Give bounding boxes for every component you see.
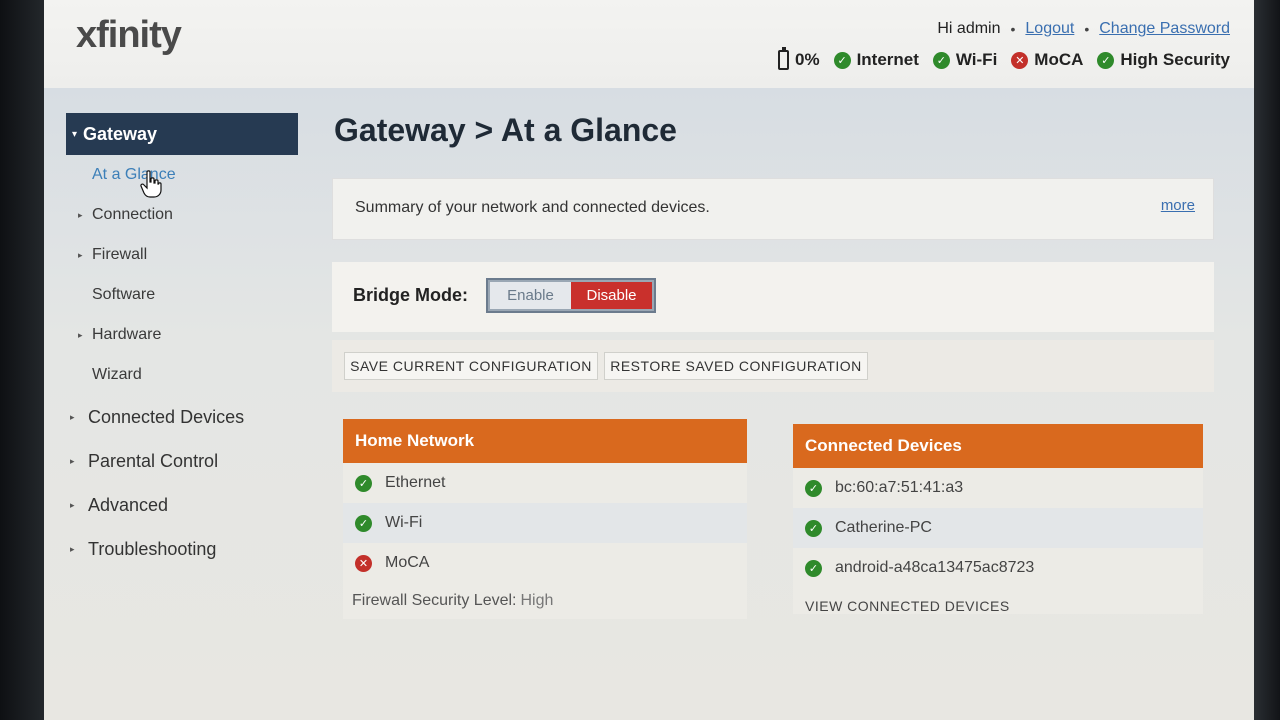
caret-right-icon: ▸ <box>70 411 75 422</box>
account-bar: Hi admin • Logout • Change Password <box>937 20 1230 38</box>
check-icon: ✓ <box>1097 51 1115 69</box>
sidebar-item-label: Hardware <box>92 326 162 343</box>
page-title: Gateway > At a Glance <box>334 112 677 148</box>
config-actions: SAVE CURRENT CONFIGURATION RESTORE SAVED… <box>332 340 1214 392</box>
error-icon: ✕ <box>1011 51 1029 69</box>
check-icon: ✓ <box>355 514 372 532</box>
sidebar-item-label: Firewall <box>92 246 148 263</box>
sidebar-item-parental-control[interactable]: ▸ Parental Control <box>66 439 298 483</box>
greeting: Hi admin <box>937 20 1001 37</box>
caret-right-icon: ▸ <box>78 329 83 340</box>
monitor-bezel-right <box>1254 0 1280 720</box>
check-icon: ✓ <box>805 559 822 577</box>
wifi-label: Wi-Fi <box>385 514 423 531</box>
moca-label: MoCA <box>1034 50 1084 69</box>
hand-cursor-icon <box>140 170 162 198</box>
xfinity-logo: xfinity <box>76 14 182 56</box>
sidebar-item-hardware[interactable]: ▸ Hardware <box>66 315 298 355</box>
device-name: bc:60:a7:51:41:a3 <box>835 479 964 496</box>
check-icon: ✓ <box>833 51 851 69</box>
firewall-level-value: High <box>520 592 554 609</box>
caret-right-icon: ▸ <box>70 499 75 510</box>
sidebar-item-label: Software <box>92 286 156 303</box>
connected-devices-header: Connected Devices <box>793 424 1203 468</box>
header: xfinity Hi admin • Logout • Change Passw… <box>44 0 1254 88</box>
sidebar-item-label: At a Glance <box>92 166 176 183</box>
bridge-disable-button[interactable]: Disable <box>571 282 652 309</box>
sidebar-item-at-a-glance[interactable]: At a Glance <box>66 155 298 195</box>
moca-label: MoCA <box>385 554 430 571</box>
home-network-body: ✓ Ethernet ✓ Wi-Fi ✕ MoCA Firewall Secur… <box>343 463 747 619</box>
battery-status: 0% <box>777 47 820 70</box>
device-row[interactable]: ✓ Catherine-PC <box>793 508 1203 548</box>
sidebar-item-label: Connection <box>92 206 173 223</box>
separator-dot: • <box>1010 21 1016 37</box>
sidebar-item-label: Wizard <box>92 366 142 383</box>
summary-text: Summary of your network and connected de… <box>355 199 710 216</box>
check-icon: ✓ <box>355 474 372 492</box>
restore-configuration-button[interactable]: RESTORE SAVED CONFIGURATION <box>604 352 868 380</box>
battery-icon <box>777 47 789 70</box>
browser-screen: xfinity Hi admin • Logout • Change Passw… <box>44 0 1254 720</box>
list-item: ✕ MoCA <box>343 543 747 583</box>
error-icon: ✕ <box>355 554 372 572</box>
firewall-level: Firewall Security Level: High <box>343 583 747 619</box>
check-icon: ✓ <box>805 479 822 497</box>
internet-label: Internet <box>856 50 919 69</box>
sidebar-item-label: Advanced <box>88 494 169 515</box>
list-item: ✓ Ethernet <box>343 463 747 503</box>
firewall-level-label: Firewall Security Level: <box>352 592 517 609</box>
sidebar-item-label: Connected Devices <box>88 406 245 427</box>
sidebar-item-label: Gateway <box>83 123 158 144</box>
caret-right-icon: ▸ <box>70 455 75 466</box>
sidebar-item-label: Parental Control <box>88 450 219 471</box>
sidebar-item-software[interactable]: Software <box>66 275 298 315</box>
bridge-enable-button[interactable]: Enable <box>490 282 571 309</box>
sidebar-item-connection[interactable]: ▸ Connection <box>66 195 298 235</box>
device-row[interactable]: ✓ bc:60:a7:51:41:a3 <box>793 468 1203 508</box>
battery-value: 0% <box>794 50 820 69</box>
status-bar: 0% ✓ Internet ✓ Wi-Fi ✕ MoCA ✓ High Secu… <box>777 47 1230 70</box>
check-icon: ✓ <box>805 519 822 537</box>
home-network-panel: Home Network ✓ Ethernet ✓ Wi-Fi ✕ MoCA F… <box>343 419 747 619</box>
view-connected-devices-link[interactable]: VIEW CONNECTED DEVICES <box>805 598 1203 614</box>
save-configuration-button[interactable]: SAVE CURRENT CONFIGURATION <box>344 352 598 380</box>
connected-devices-panel: Connected Devices ✓ bc:60:a7:51:41:a3 ✓ … <box>793 424 1203 614</box>
sidebar-item-advanced[interactable]: ▸ Advanced <box>66 483 298 527</box>
sidebar-item-wizard[interactable]: Wizard <box>66 355 298 395</box>
internet-status: ✓ Internet <box>833 50 919 70</box>
device-name: android-a48ca13475ac8723 <box>835 559 1035 576</box>
sidebar-item-gateway[interactable]: ▾ Gateway <box>66 113 298 155</box>
device-name: Catherine-PC <box>835 519 932 536</box>
sidebar-item-connected-devices[interactable]: ▸ Connected Devices <box>66 395 298 439</box>
ethernet-label: Ethernet <box>385 474 446 491</box>
caret-down-icon: ▾ <box>72 128 78 140</box>
sidebar-item-firewall[interactable]: ▸ Firewall <box>66 235 298 275</box>
list-item: ✓ Wi-Fi <box>343 503 747 543</box>
separator-dot: • <box>1084 21 1090 37</box>
caret-right-icon: ▸ <box>78 209 83 220</box>
bridge-mode-toggle: Enable Disable <box>486 278 656 313</box>
logout-link[interactable]: Logout <box>1025 20 1074 38</box>
caret-right-icon: ▸ <box>70 543 75 554</box>
check-icon: ✓ <box>932 51 950 69</box>
bridge-mode-label: Bridge Mode: <box>353 285 468 305</box>
bridge-mode-panel: Bridge Mode: Enable Disable <box>332 262 1214 332</box>
home-network-header: Home Network <box>343 419 747 463</box>
wifi-label: Wi-Fi <box>955 50 998 69</box>
sidebar-item-troubleshooting[interactable]: ▸ Troubleshooting <box>66 527 298 571</box>
security-label: High Security <box>1120 50 1230 69</box>
caret-right-icon: ▸ <box>78 249 83 260</box>
monitor-bezel-left <box>0 0 44 720</box>
wifi-status: ✓ Wi-Fi <box>932 50 998 70</box>
sidebar-nav: ▾ Gateway At a Glance ▸ Connection ▸ Fir… <box>66 113 298 571</box>
change-password-link[interactable]: Change Password <box>1099 20 1230 38</box>
moca-status: ✕ MoCA <box>1011 50 1083 70</box>
more-link[interactable]: more <box>1161 197 1195 214</box>
security-status: ✓ High Security <box>1097 50 1230 70</box>
device-row[interactable]: ✓ android-a48ca13475ac8723 <box>793 548 1203 588</box>
summary-panel: Summary of your network and connected de… <box>332 178 1214 240</box>
sidebar-item-label: Troubleshooting <box>88 538 217 559</box>
connected-devices-body: ✓ bc:60:a7:51:41:a3 ✓ Catherine-PC ✓ and… <box>793 468 1203 614</box>
